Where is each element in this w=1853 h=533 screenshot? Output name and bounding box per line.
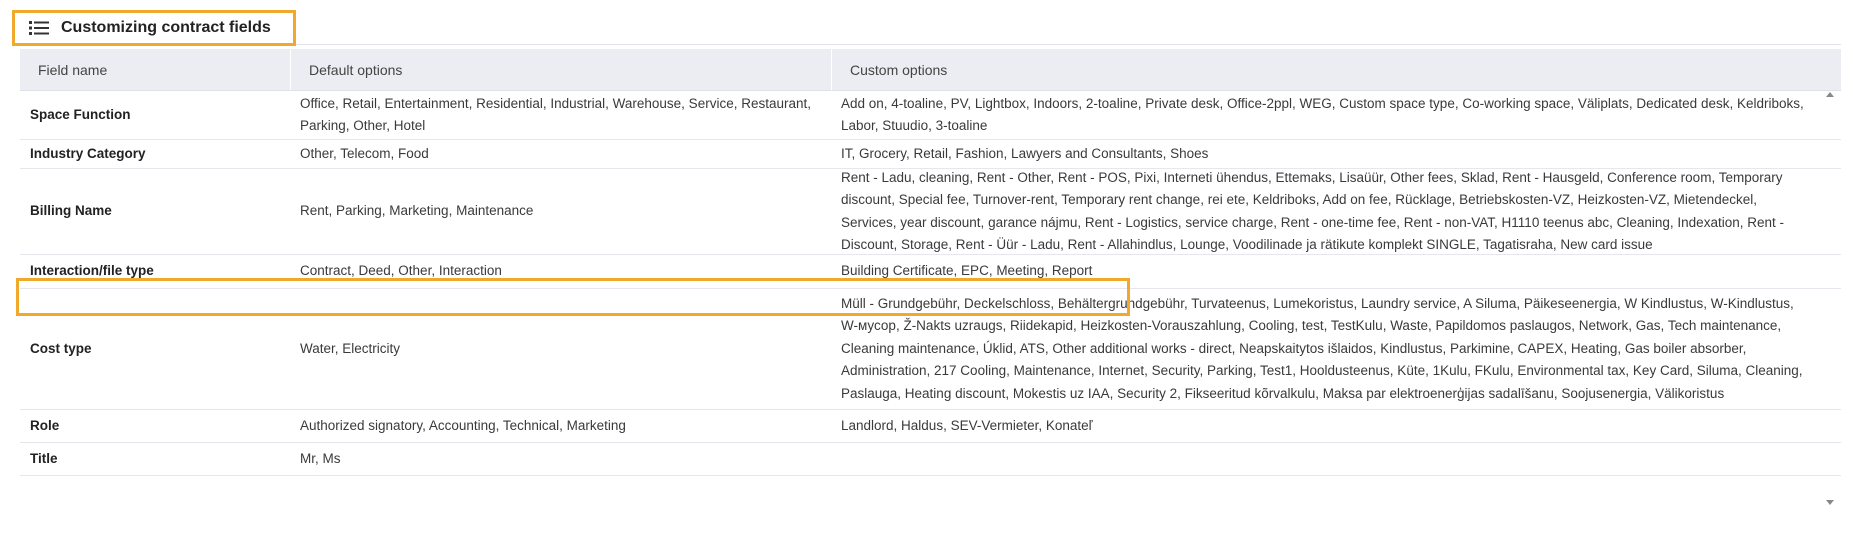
- field-name-cell: Industry Category: [30, 145, 146, 161]
- table-row[interactable]: Billing Name Rent, Parking, Marketing, M…: [20, 169, 1841, 255]
- field-name-cell: Title: [30, 450, 58, 466]
- table-row[interactable]: Space Function Office, Retail, Entertain…: [20, 91, 1841, 140]
- custom-options-cell: [831, 443, 1841, 475]
- header-divider: [296, 44, 1841, 45]
- table-row[interactable]: Role Authorized signatory, Accounting, T…: [20, 410, 1841, 443]
- column-header-field-name[interactable]: Field name: [20, 49, 290, 90]
- scroll-up-arrow-icon[interactable]: [1826, 92, 1834, 97]
- field-name-cell: Cost type: [30, 340, 92, 356]
- column-header-custom-options[interactable]: Custom options: [831, 49, 1841, 90]
- default-options-cell: Office, Retail, Entertainment, Residenti…: [300, 95, 811, 134]
- table-row[interactable]: Interaction/file type Contract, Deed, Ot…: [20, 255, 1841, 289]
- custom-options-cell: IT, Grocery, Retail, Fashion, Lawyers an…: [841, 145, 1209, 161]
- default-options-cell: Mr, Ms: [300, 450, 341, 466]
- table-row[interactable]: Industry Category Other, Telecom, Food I…: [20, 140, 1841, 169]
- custom-options-cell: Landlord, Haldus, SEV-Vermieter, Konateľ: [841, 417, 1093, 433]
- custom-options-cell: Müll - Grundgebühr, Deckelschloss, Behäl…: [841, 295, 1803, 401]
- table-body: Space Function Office, Retail, Entertain…: [20, 91, 1841, 476]
- table-row[interactable]: Cost type Water, Electricity Müll - Grun…: [20, 289, 1841, 410]
- table-scrollbar[interactable]: [1823, 90, 1837, 505]
- field-name-cell: Space Function: [30, 106, 131, 122]
- custom-options-cell: Building Certificate, EPC, Meeting, Repo…: [841, 263, 1093, 279]
- default-options-cell: Rent, Parking, Marketing, Maintenance: [300, 203, 534, 219]
- default-options-cell: Water, Electricity: [300, 340, 401, 356]
- section-header: Customizing contract fields: [12, 10, 296, 46]
- custom-options-cell: Rent - Ladu, cleaning, Rent - Other, Ren…: [841, 169, 1784, 253]
- list-icon: [29, 21, 49, 35]
- column-header-default-options[interactable]: Default options: [290, 49, 831, 90]
- field-name-cell: Billing Name: [30, 203, 112, 219]
- custom-options-cell: Add on, 4-toaline, PV, Lightbox, Indoors…: [841, 95, 1804, 134]
- field-name-cell: Role: [30, 417, 60, 433]
- table-header: Field name Default options Custom option…: [20, 49, 1841, 91]
- table-row[interactable]: Title Mr, Ms: [20, 443, 1841, 476]
- default-options-cell: Authorized signatory, Accounting, Techni…: [300, 417, 626, 433]
- scroll-down-arrow-icon[interactable]: [1826, 500, 1834, 505]
- default-options-cell: Contract, Deed, Other, Interaction: [300, 263, 502, 279]
- field-name-cell: Interaction/file type: [30, 263, 154, 279]
- contract-fields-table: Field name Default options Custom option…: [20, 49, 1841, 476]
- section-title: Customizing contract fields: [61, 19, 271, 36]
- default-options-cell: Other, Telecom, Food: [300, 145, 429, 161]
